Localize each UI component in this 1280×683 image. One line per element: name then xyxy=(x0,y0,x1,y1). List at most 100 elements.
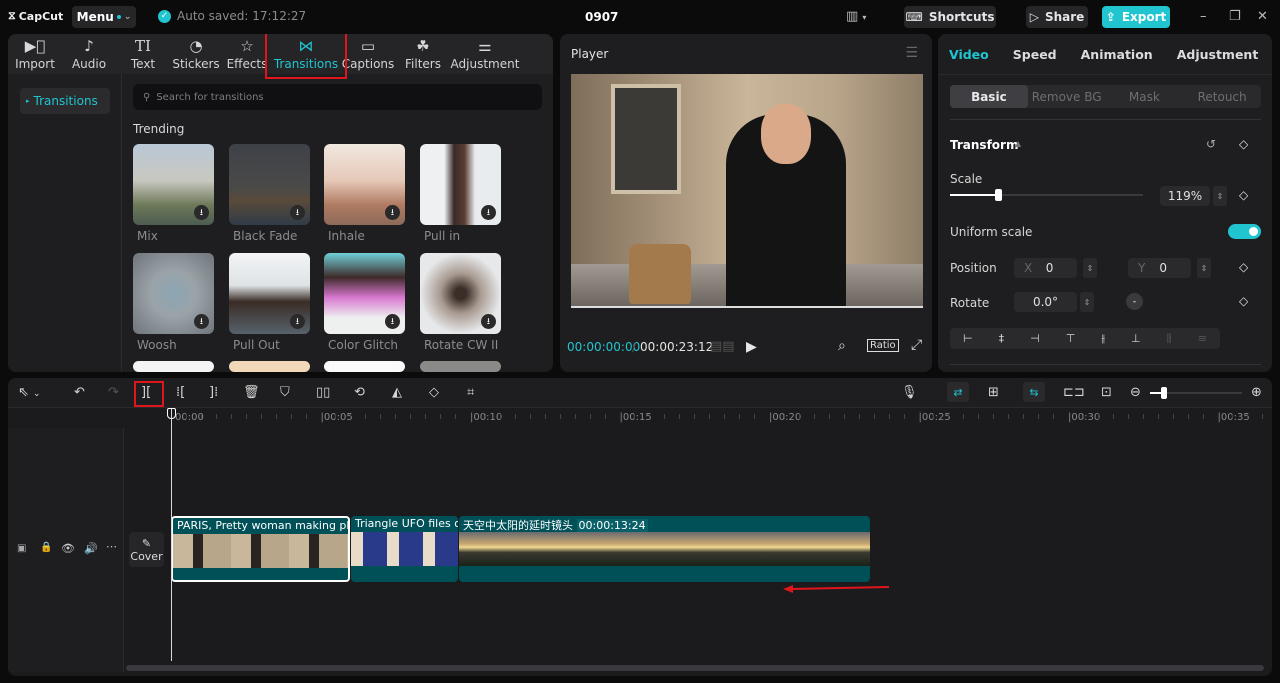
subtab-remove-bg[interactable]: Remove BG xyxy=(1028,85,1106,108)
transition-card[interactable] xyxy=(133,361,214,372)
cover-button[interactable]: ✎ Cover xyxy=(129,532,164,567)
mirror-icon[interactable]: ◭ xyxy=(392,385,402,400)
position-x-input[interactable]: X0 xyxy=(1014,258,1077,278)
rotate-stepper[interactable]: ⇕ xyxy=(1080,292,1094,312)
main-track-magnet-icon[interactable]: ⇄ xyxy=(947,382,969,402)
transition-card[interactable] xyxy=(229,361,310,372)
timeline-ruler[interactable]: 00:00 |00:05 |00:10 |00:15 |00:20 |00:25 |00:3… xyxy=(8,408,1272,428)
menu-button[interactable]: Menu ⌄ xyxy=(72,6,136,28)
scale-stepper[interactable]: ⇕ xyxy=(1213,186,1227,206)
tab-text[interactable]: TI Text xyxy=(116,34,170,74)
subtab-retouch[interactable]: Retouch xyxy=(1183,85,1261,108)
timeline-clip-sunset[interactable]: 天空中太阳的延时镜头 00:00:13:24 xyxy=(459,516,870,582)
project-name[interactable]: 0907 xyxy=(585,10,618,24)
export-button[interactable]: ⇪ Export xyxy=(1102,6,1170,28)
subtab-basic[interactable]: Basic xyxy=(950,85,1028,108)
volume-icon[interactable]: 🔊 xyxy=(84,542,98,555)
crop-icon[interactable]: ⌗ xyxy=(467,385,474,400)
shortcuts-button[interactable]: ⌨ Shortcuts xyxy=(904,6,996,28)
tab-import[interactable]: ▶⃞ Import xyxy=(8,34,62,74)
minimize-button[interactable]: – xyxy=(1200,9,1207,24)
collapse-icon[interactable]: ▲ xyxy=(1015,139,1021,148)
align-bottom-icon[interactable]: ⊥ xyxy=(1131,332,1141,345)
layout-icon[interactable]: ▥ ▾ xyxy=(846,9,866,24)
share-button[interactable]: ▷ Share xyxy=(1026,6,1088,28)
download-icon[interactable]: ⭳ xyxy=(481,205,496,220)
keyframe-icon[interactable]: ◇ xyxy=(1239,294,1248,308)
tab-adjustment[interactable]: ⚌ Adjustment xyxy=(450,34,520,74)
transform-heading[interactable]: Transform xyxy=(950,138,1018,152)
video-preview[interactable] xyxy=(571,74,923,306)
split-right-icon[interactable]: ]⁞ xyxy=(209,385,218,400)
zoom-slider-handle[interactable] xyxy=(1161,387,1167,399)
align-left-icon[interactable]: ⊢ xyxy=(963,332,973,345)
more-icon[interactable]: ⋯ xyxy=(106,540,117,553)
reverse-icon[interactable]: ⟲ xyxy=(354,385,365,400)
subtab-mask[interactable]: Mask xyxy=(1106,85,1184,108)
transition-card-rotate-cw-ii[interactable]: ⭳ xyxy=(420,253,501,334)
position-x-stepper[interactable]: ⇕ xyxy=(1083,258,1097,278)
waveform-icon[interactable]: ▤▤ xyxy=(710,339,735,354)
download-icon[interactable]: ⭳ xyxy=(385,314,400,329)
reset-icon[interactable]: ↺ xyxy=(1206,137,1216,151)
download-icon[interactable]: ⭳ xyxy=(194,205,209,220)
keyframe-icon[interactable]: ◇ xyxy=(1239,260,1248,274)
redo-icon[interactable]: ↷ xyxy=(108,385,119,400)
download-icon[interactable]: ⭳ xyxy=(481,314,496,329)
tab-captions[interactable]: ▭ Captions xyxy=(340,34,396,74)
download-icon[interactable]: ⭳ xyxy=(290,205,305,220)
split-left-icon[interactable]: ⁞[ xyxy=(176,385,185,400)
position-y-input[interactable]: Y0 xyxy=(1128,258,1191,278)
distribute-h-icon[interactable]: ⫼ xyxy=(1167,332,1172,346)
freeze-icon[interactable]: ▯▯ xyxy=(316,385,330,400)
align-center-h-icon[interactable]: ‡ xyxy=(999,332,1005,345)
download-icon[interactable]: ⭳ xyxy=(385,205,400,220)
ratio-button[interactable]: Ratio xyxy=(867,339,899,352)
distribute-v-icon[interactable]: ≡ xyxy=(1198,332,1207,345)
position-y-stepper[interactable]: ⇕ xyxy=(1197,258,1211,278)
scale-slider-track[interactable] xyxy=(950,189,1143,201)
tab-audio[interactable]: ♪ Audio xyxy=(62,34,116,74)
transition-card-inhale[interactable]: ⭳ xyxy=(324,144,405,225)
timeline-clip-ufo[interactable]: Triangle UFO files on xyxy=(351,516,458,582)
tab-adjustment-inspector[interactable]: Adjustment xyxy=(1177,47,1259,62)
transition-card[interactable] xyxy=(420,361,501,372)
linkage-icon[interactable]: ⇆ xyxy=(1023,382,1045,402)
undo-icon[interactable]: ↶ xyxy=(74,385,85,400)
timeline-clip-paris[interactable]: PARIS, Pretty woman making photo xyxy=(171,516,350,582)
transition-card-pull-out[interactable]: ⭳ xyxy=(229,253,310,334)
align-right-icon[interactable]: ⊣ xyxy=(1030,332,1040,345)
keyframe-icon[interactable]: ◇ xyxy=(1239,137,1248,151)
close-button[interactable]: ✕ xyxy=(1257,9,1268,24)
transition-card-black-fade[interactable]: ⭳ xyxy=(229,144,310,225)
align-top-icon[interactable]: ⊤ xyxy=(1066,332,1076,345)
download-icon[interactable]: ⭳ xyxy=(194,314,209,329)
uniform-scale-toggle[interactable] xyxy=(1228,224,1261,239)
delete-icon[interactable]: 🗑 xyxy=(243,385,260,400)
transition-card-mix[interactable]: ⭳ xyxy=(133,144,214,225)
transition-card-woosh[interactable]: ⭳ xyxy=(133,253,214,334)
keyframe-icon[interactable]: ◇ xyxy=(1239,188,1248,202)
tab-video[interactable]: Video xyxy=(949,47,989,62)
sidebar-item-transitions[interactable]: ▸ Transitions xyxy=(20,88,110,114)
zoom-in-icon[interactable]: ⊕ xyxy=(1251,385,1262,400)
zoom-out-icon[interactable]: ⊖ xyxy=(1130,385,1141,400)
zoom-fit-icon[interactable]: ⌕ xyxy=(838,338,846,354)
tab-filters[interactable]: ☘ Filters xyxy=(396,34,450,74)
timeline-scrollbar[interactable] xyxy=(126,665,1264,671)
preview-axis-icon[interactable]: ⊏⊐ xyxy=(1063,385,1085,400)
eye-icon[interactable]: 👁 xyxy=(61,542,75,555)
lock-icon[interactable]: 🔒 xyxy=(40,542,52,553)
player-menu-icon[interactable]: ☰ xyxy=(905,45,918,61)
scale-slider-handle[interactable] xyxy=(995,189,1003,201)
preview-progress[interactable] xyxy=(571,306,923,308)
timeline-zoom-slider[interactable] xyxy=(1150,387,1242,399)
tab-speed[interactable]: Speed xyxy=(1013,47,1057,62)
marker-icon[interactable]: ⛉ xyxy=(280,385,290,400)
playhead[interactable] xyxy=(171,409,172,661)
align-center-v-icon[interactable]: ⫲ xyxy=(1101,332,1105,346)
rotate-input[interactable]: 0.0° xyxy=(1014,292,1077,312)
auto-snap-icon[interactable]: ⊞ xyxy=(988,385,999,400)
tab-stickers[interactable]: ◔ Stickers xyxy=(170,34,222,74)
rotate-icon[interactable]: ◇ xyxy=(429,385,439,400)
